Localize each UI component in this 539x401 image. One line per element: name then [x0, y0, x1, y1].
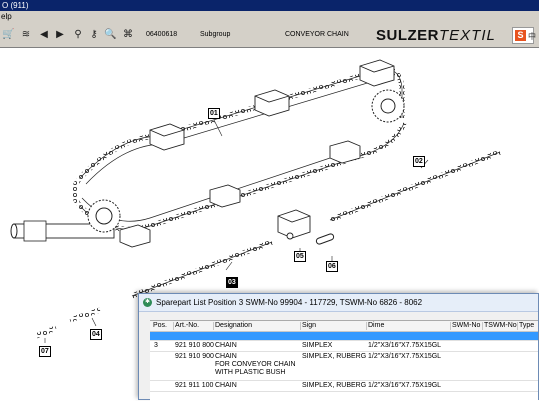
- callout-07[interactable]: 07: [39, 346, 51, 357]
- menu-help[interactable]: elp: [1, 12, 12, 21]
- subgroup-value: CONVEYOR CHAIN: [285, 31, 349, 38]
- callout-02[interactable]: 02: [413, 156, 425, 167]
- callout-01[interactable]: 01: [208, 108, 220, 119]
- badge-text: 中: [528, 32, 536, 41]
- app-window-icon: ✱: [143, 298, 152, 307]
- app-titlebar: O (911): [0, 0, 539, 11]
- col-type[interactable]: Type: [519, 322, 537, 330]
- col-sign[interactable]: Sign: [302, 322, 367, 330]
- callout-06[interactable]: 06: [326, 261, 338, 272]
- search-icon[interactable]: ⚲: [72, 29, 84, 41]
- menu-bar: elp: [0, 11, 539, 23]
- col-designation[interactable]: Designation: [215, 322, 301, 330]
- sparepart-table: Pos. Art.-No. Designation Sign Dime SWM-…: [150, 320, 538, 401]
- subgroup-label: Subgroup: [200, 31, 231, 38]
- sulzer-textil-logo: SULZERTEXTIL: [376, 27, 496, 44]
- sparepart-list-window: ✱ Sparepart List Position 3 SWM-No 99904…: [138, 293, 539, 401]
- sogou-icon: S: [515, 30, 526, 41]
- layers-icon[interactable]: ≋: [20, 29, 32, 41]
- callout-03[interactable]: 03: [226, 277, 238, 288]
- toolbar: 🛒 ≋ ◀ ▶ ⚲ ⚷ 🔍 ⌘ 06400618 Subgroup CONVEY…: [0, 23, 539, 48]
- col-dime[interactable]: Dime: [368, 322, 451, 330]
- arrow-left-icon[interactable]: ◀: [38, 29, 50, 41]
- drawing-number: 06400618: [146, 31, 178, 38]
- arrow-right-icon[interactable]: ▶: [54, 29, 66, 41]
- table-header: Pos. Art.-No. Designation Sign Dime SWM-…: [150, 321, 538, 332]
- window-title: Sparepart List Position 3 SWM-No 99904 -…: [156, 298, 423, 307]
- input-method-badge[interactable]: S 中: [512, 27, 536, 44]
- window-titlebar[interactable]: ✱ Sparepart List Position 3 SWM-No 99904…: [139, 294, 538, 312]
- key-icon[interactable]: ⚷: [88, 29, 100, 41]
- app-title: O (911): [2, 1, 29, 10]
- col-art-no[interactable]: Art.-No.: [175, 322, 214, 330]
- col-tswm-no[interactable]: TSWM-No: [484, 322, 518, 330]
- cart-icon[interactable]: 🛒: [2, 29, 14, 41]
- binoculars-icon[interactable]: ⌘: [122, 29, 134, 41]
- table-row[interactable]: 3 921 910 800 CHAIN SIMPLEX 1/2"X3/16"X7…: [150, 341, 538, 352]
- table-row[interactable]: 921 910 900 CHAIN FOR CONVEYOR CHAIN WIT…: [150, 352, 538, 381]
- table-row-selected[interactable]: [150, 332, 538, 341]
- col-pos[interactable]: Pos.: [153, 322, 174, 330]
- callout-04[interactable]: 04: [90, 329, 102, 340]
- col-swm-no[interactable]: SWM-No: [452, 322, 483, 330]
- zoom-icon[interactable]: 🔍: [104, 29, 116, 41]
- table-row[interactable]: 921 911 100 CHAIN SIMPLEX, RUBERG 1/2"X3…: [150, 381, 538, 392]
- callout-05[interactable]: 05: [294, 251, 306, 262]
